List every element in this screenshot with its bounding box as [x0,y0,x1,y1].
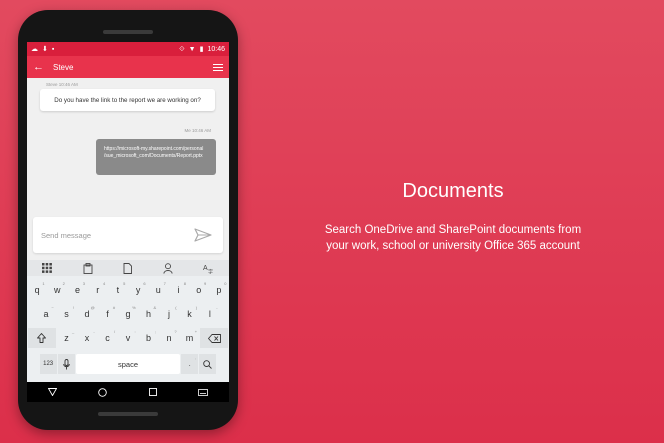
svg-text:字: 字 [208,268,213,274]
cloud-icon: ☁ [31,45,38,53]
backspace-key[interactable] [200,328,229,348]
key-j[interactable]: j( [159,304,178,324]
space-key[interactable]: space [76,354,180,374]
mic-icon [63,358,70,369]
mic-key[interactable] [57,354,75,374]
backspace-icon [207,333,221,343]
key-p[interactable]: p0 [209,280,228,300]
back-arrow-icon[interactable]: ← [33,61,47,73]
shift-key[interactable] [27,328,56,348]
incoming-message[interactable]: Do you have the link to the report we ar… [40,89,215,111]
key-i[interactable]: i8 [169,280,188,300]
grid-icon[interactable] [39,262,55,274]
status-bar: ☁ ⬇ ▪ ⟐ ▼ ▮ 10:46 [27,42,229,56]
key-n[interactable]: n? [159,328,178,348]
numbers-key[interactable]: 123 [39,354,57,374]
key-e[interactable]: e3 [68,280,87,300]
key-f[interactable]: f # [98,304,117,324]
key-b[interactable]: b; [139,328,158,348]
vibrate-icon: ⟐ [179,45,185,53]
incoming-meta: Steve 10:46 AM [46,82,78,87]
shift-icon [37,333,47,343]
download-icon: ⬇ [42,45,48,53]
back-icon[interactable] [47,388,57,396]
keyboard-toolbar: A字 [27,260,229,276]
key-r[interactable]: r4 [88,280,107,300]
outgoing-message[interactable]: https://microsoft-my.sharepoint.com/pers… [96,139,216,175]
key-t[interactable]: t5 [108,280,127,300]
key-row-1: q1 w2 e3 r4 t5 y6 u7 i8 o9 p0 [27,280,229,300]
phone-screen: ☁ ⬇ ▪ ⟐ ▼ ▮ 10:46 ← Steve Steve 10:46 AM… [27,42,229,402]
home-icon[interactable] [98,387,107,397]
key-h[interactable]: h & [139,304,158,324]
speaker-bottom [98,412,158,416]
battery-icon: ▮ [199,45,204,53]
key-w[interactable]: w2 [48,280,67,300]
outgoing-line1: https://microsoft-my.sharepoint.com/pers… [104,146,204,152]
promo-line-2: your work, school or university Office 3… [326,240,580,252]
navigation-bar [27,382,229,402]
key-q[interactable]: q1 [28,280,47,300]
menu-icon[interactable] [213,63,223,71]
recents-icon[interactable] [148,388,157,396]
key-m[interactable]: m + [180,328,199,348]
outgoing-line2: /sue_microsoft_com/Documents/Report.pptx [104,153,203,159]
compose-box [33,217,223,253]
promo-headline: Documents [402,180,504,202]
key-d[interactable]: d @ [77,304,96,324]
promo-description: Search OneDrive and SharePoint documents… [300,222,606,254]
clipboard-icon[interactable] [80,262,96,274]
promo-line-1: Search OneDrive and SharePoint documents… [324,224,582,236]
translate-icon[interactable]: A字 [201,262,217,274]
wifi-icon: ▼ [188,45,196,53]
search-icon [203,359,213,369]
conversation-title: Steve [53,62,74,72]
period-key[interactable]: ., [181,354,199,374]
speaker-top [103,30,153,34]
key-y[interactable]: y6 [129,280,148,300]
document-icon[interactable] [120,262,136,274]
key-row-3: z _ x- c / v: b; n? m + [27,328,229,348]
key-row-4: 123 space ., [27,354,229,374]
send-icon[interactable] [193,227,213,243]
phone-frame: ☁ ⬇ ▪ ⟐ ▼ ▮ 10:46 ← Steve Steve 10:46 AM… [18,10,238,430]
key-row-2: a ~ s! d @ f # g% h & j( k) l- [27,304,229,324]
chat-thread: Steve 10:46 AM Do you have the link to t… [27,78,229,218]
key-u[interactable]: u7 [149,280,168,300]
key-g[interactable]: g% [118,304,137,324]
key-o[interactable]: o9 [189,280,208,300]
key-x[interactable]: x- [77,328,96,348]
key-l[interactable]: l- [200,304,219,324]
person-icon[interactable] [160,262,176,274]
outgoing-meta: Me 10:46 AM [184,128,211,133]
keyboard-switch-icon[interactable] [198,388,209,396]
keyboard: A字 q1 w2 e3 r4 t5 y6 u7 i8 o9 p0 a ~ s! d… [27,260,229,382]
app-bar: ← Steve [27,56,229,78]
key-k[interactable]: k) [180,304,199,324]
key-v[interactable]: v: [118,328,137,348]
key-a[interactable]: a ~ [36,304,55,324]
key-c[interactable]: c / [98,328,117,348]
key-z[interactable]: z _ [57,328,76,348]
key-s[interactable]: s! [57,304,76,324]
message-input[interactable] [41,229,191,241]
search-key[interactable] [199,354,217,374]
android-icon: ▪ [51,45,55,53]
status-time: 10:46 [207,45,225,53]
